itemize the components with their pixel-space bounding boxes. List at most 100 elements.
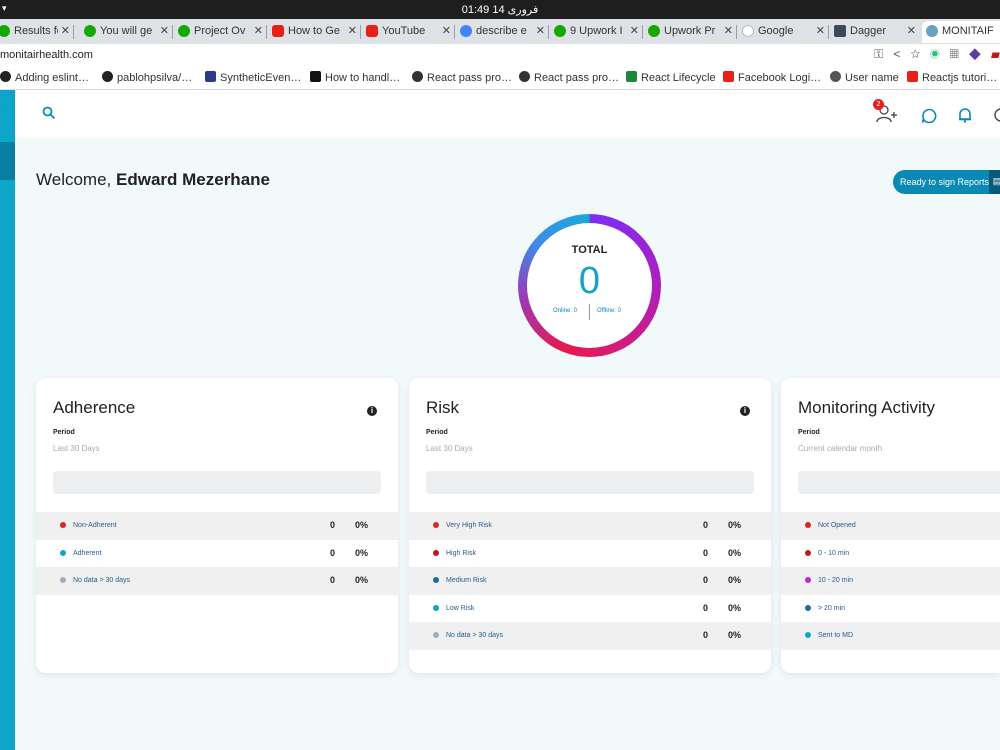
chat-icon[interactable]	[921, 108, 937, 129]
loading-icon	[742, 25, 754, 37]
close-icon[interactable]: ✕	[61, 24, 70, 37]
online-count: Online: 0	[553, 308, 578, 314]
sign-button-label: Ready to sign Reports	[900, 177, 990, 187]
tab-label: Dagger	[850, 25, 887, 37]
legend-count: 0	[703, 520, 709, 530]
legend-label: > 20 min	[818, 604, 846, 612]
period-label: Period	[798, 429, 820, 436]
legend-label: Very High Risk	[446, 522, 492, 529]
extension-icon[interactable]: ▰	[991, 47, 1000, 61]
legend-count: 0	[330, 575, 336, 585]
browser-tab[interactable]: Project Ov ✕	[174, 21, 267, 43]
browser-actions: ⚿ < ☆ ◉ ▦ ◆ ▰	[874, 47, 1000, 62]
app-header	[15, 90, 1000, 138]
close-icon[interactable]: ✕	[442, 24, 451, 37]
status-dot	[805, 577, 811, 583]
github-icon	[0, 71, 11, 82]
browser-tab[interactable]: How to Ge ✕	[268, 21, 361, 43]
close-icon[interactable]: ✕	[536, 24, 545, 37]
bookmark-item[interactable]: Facebook Logi…	[723, 71, 821, 84]
legend-percent: 0%	[355, 547, 369, 558]
bookmark-item[interactable]: React Lifecycle	[626, 71, 716, 84]
tab-label: Project Ov	[194, 25, 246, 37]
browser-tab[interactable]: describe e ✕	[456, 21, 549, 43]
key-icon[interactable]: ⚿	[874, 47, 883, 61]
legend-label: Adherent	[73, 549, 102, 557]
info-icon[interactable]: i	[740, 406, 750, 416]
progress-bar	[53, 471, 381, 494]
document-icon: ▤	[989, 170, 1000, 194]
status-dot	[433, 604, 439, 611]
legend-row: Adherent 0 0%	[36, 540, 398, 568]
close-icon[interactable]: ✕	[160, 24, 169, 37]
user-name: Edward Mezerhane	[116, 170, 270, 189]
tab-favicon-icon	[84, 25, 96, 37]
close-icon[interactable]: ✕	[254, 24, 263, 37]
status-dot	[60, 577, 66, 583]
close-icon[interactable]: ✕	[348, 24, 357, 37]
legend-count: 0	[330, 520, 336, 530]
clock-icon[interactable]	[993, 107, 1000, 128]
legend-row: No data > 30 days 0 0%	[36, 567, 398, 595]
bookmark-item[interactable]: pablohpsilva/…	[102, 71, 192, 84]
bookmark-label: SyntheticEven…	[220, 72, 302, 84]
browser-tab[interactable]: 9 Upwork I ✕	[550, 21, 643, 43]
browser-tab[interactable]: Upwork Pr ✕	[644, 21, 737, 43]
legend-row: Low Risk 0 0%	[409, 595, 771, 623]
browser-tab[interactable]: YouTube ✕	[362, 21, 455, 43]
tab-divider	[642, 25, 643, 39]
close-icon[interactable]: ✕	[907, 24, 916, 37]
status-dot	[433, 577, 439, 583]
info-icon[interactable]: i	[367, 406, 377, 416]
close-icon[interactable]: ✕	[724, 24, 733, 37]
browser-tab-active[interactable]: MONITAIF	[922, 21, 1000, 43]
legend-list: Very High Risk 0 0% High Risk 0 0% Medium Ri…	[409, 512, 771, 650]
bookmark-item[interactable]: User name	[830, 71, 899, 84]
bookmark-label: Adding eslint…	[15, 72, 89, 84]
browser-tab[interactable]: Dagger ✕	[830, 21, 920, 43]
legend-count: 0	[703, 602, 709, 613]
extension-icon[interactable]: ◆	[969, 47, 981, 61]
sidebar-active-item[interactable]	[0, 142, 15, 180]
browser-tab[interactable]: Results fo✕	[0, 21, 74, 43]
legend-count: 0	[703, 547, 709, 558]
offline-count: Offline: 0	[597, 308, 621, 314]
search-icon[interactable]	[42, 106, 56, 125]
bookmark-item[interactable]: Adding eslint…	[0, 71, 89, 84]
bookmark-label: Reactjs tutori…	[922, 72, 998, 84]
legend-count: 0	[703, 575, 709, 585]
gear-icon[interactable]: ⚙	[0, 104, 8, 120]
os-clock: 01:49 فروری 14	[461, 4, 539, 16]
url-text[interactable]: monitairhealth.com	[0, 49, 93, 61]
bell-icon[interactable]	[958, 107, 972, 128]
donut-divider	[589, 304, 590, 320]
browser-tab[interactable]: You will ge ✕	[80, 21, 173, 43]
os-top-bar: ▾ 01:49 فروری 14	[0, 0, 1000, 19]
extension-icon[interactable]: ▦	[950, 47, 959, 61]
bookmark-item[interactable]: React pass pro…	[412, 71, 512, 84]
star-icon[interactable]: ☆	[910, 47, 920, 61]
address-bar[interactable]: monitairhealth.com ⚿ < ☆ ◉ ▦ ◆ ▰	[0, 44, 1000, 66]
bookmark-item[interactable]: SyntheticEven…	[205, 71, 301, 84]
codepen-icon	[412, 71, 423, 82]
tab-label: YouTube	[382, 25, 426, 37]
bookmark-item[interactable]: React pass pro…	[519, 71, 619, 84]
extension-icon[interactable]: ◉	[930, 47, 940, 61]
legend-label: Non-Adherent	[73, 522, 117, 529]
close-icon[interactable]: ✕	[816, 24, 825, 37]
legend-label: Medium Risk	[446, 577, 487, 584]
tab-favicon-icon	[648, 25, 660, 37]
legend-percent: 0%	[728, 602, 742, 613]
bookmark-label: How to handl…	[325, 72, 401, 84]
ready-to-sign-reports-button[interactable]: Ready to sign Reports ▤	[893, 170, 1000, 194]
tab-divider	[454, 25, 455, 39]
bookmark-item[interactable]: Reactjs tutori…	[907, 71, 997, 84]
legend-label: Low Risk	[446, 604, 475, 612]
legend-row: Medium Risk 0 0%	[409, 567, 771, 595]
share-icon[interactable]: <	[893, 47, 900, 61]
bookmark-item[interactable]: How to handl…	[310, 71, 400, 84]
legend-row: Very High Risk 0 0%	[409, 512, 771, 540]
browser-tab[interactable]: Google ✕	[738, 21, 829, 43]
bookmark-favicon-icon	[310, 71, 321, 82]
close-icon[interactable]: ✕	[630, 24, 639, 37]
